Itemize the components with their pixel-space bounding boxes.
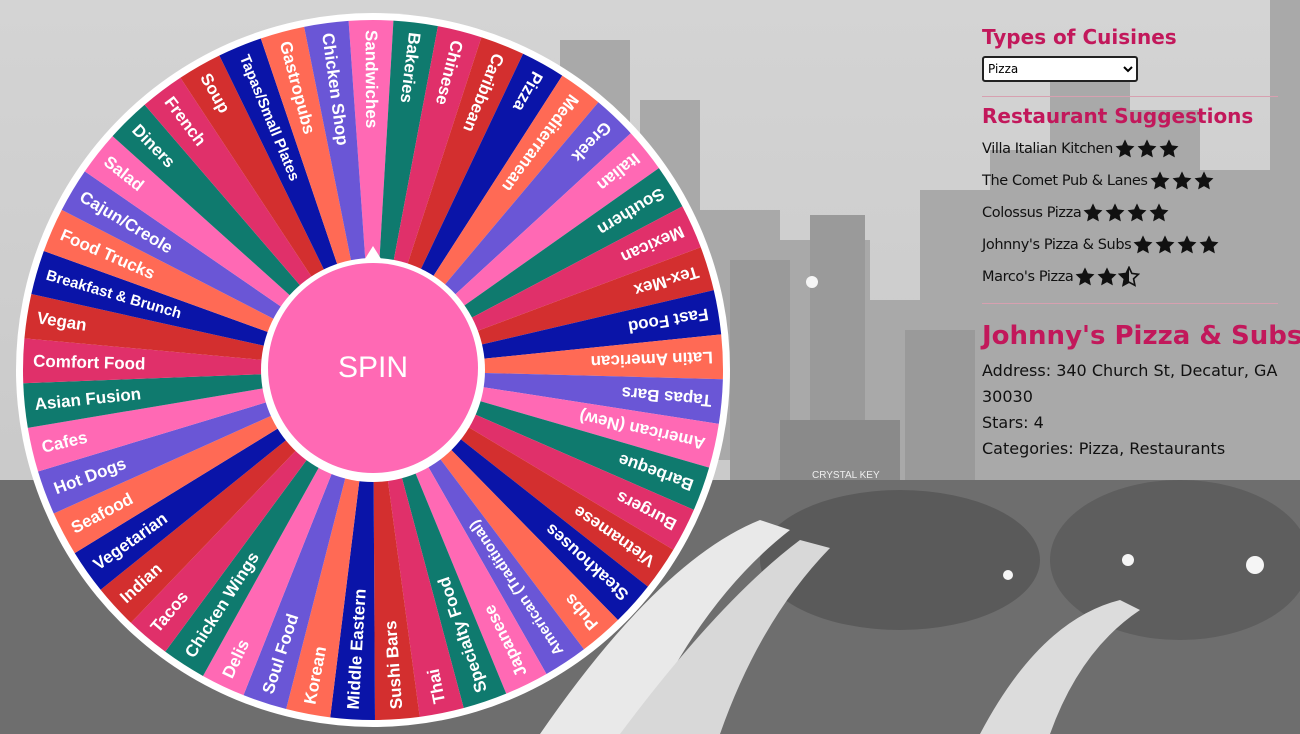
half-star-icon xyxy=(1118,266,1141,287)
background-sign: CRYSTAL KEY xyxy=(812,470,880,481)
suggestions-list: Villa Italian Kitchen The Comet Pub & Lan… xyxy=(982,133,1278,293)
suggestion-name: Villa Italian Kitchen xyxy=(982,141,1113,157)
spin-button[interactable]: SPIN xyxy=(268,263,478,473)
wheel-segment-label: Sandwiches xyxy=(362,30,382,128)
star-icon xyxy=(1172,171,1192,190)
divider xyxy=(982,303,1278,304)
divider xyxy=(982,96,1278,97)
restaurant-stars: Stars: 4 xyxy=(982,413,1044,432)
star-icon xyxy=(1155,235,1175,254)
cuisine-select[interactable]: Pizza xyxy=(982,56,1138,82)
restaurant-name: Johnny's Pizza & Subs xyxy=(982,321,1300,351)
star-icon xyxy=(1133,235,1153,254)
suggestion-item[interactable]: Johnny's Pizza & Subs xyxy=(982,229,1278,261)
suggestion-name: Colossus Pizza xyxy=(982,205,1082,221)
star-rating xyxy=(1132,234,1220,256)
star-icon xyxy=(1115,139,1135,158)
star-icon xyxy=(1097,267,1117,286)
wheel-segment-label: Comfort Food xyxy=(33,352,146,374)
star-icon xyxy=(1159,139,1179,158)
restaurant-categories: Categories: Pizza, Restaurants xyxy=(982,439,1226,458)
star-rating xyxy=(1082,202,1170,224)
star-rating xyxy=(1149,170,1215,192)
star-icon xyxy=(1150,171,1170,190)
star-icon xyxy=(1199,235,1219,254)
suggestion-name: Marco's Pizza xyxy=(982,269,1074,285)
star-icon xyxy=(1127,203,1147,222)
star-icon xyxy=(1075,267,1095,286)
star-icon xyxy=(1083,203,1103,222)
star-rating xyxy=(1074,266,1141,288)
restaurant-address: Address: 340 Church St, Decatur, GA 3003… xyxy=(982,361,1278,406)
star-icon xyxy=(1149,203,1169,222)
suggestion-item[interactable]: Colossus Pizza xyxy=(982,197,1278,229)
restaurant-detail: Johnny's Pizza & Subs Address: 340 Churc… xyxy=(982,314,1300,462)
side-panel: Types of Cuisines Pizza Restaurant Sugge… xyxy=(982,20,1300,462)
suggestion-name: The Comet Pub & Lanes xyxy=(982,173,1148,189)
cuisine-heading: Types of Cuisines xyxy=(982,25,1177,49)
suggestion-item[interactable]: Villa Italian Kitchen xyxy=(982,133,1278,165)
star-icon xyxy=(1177,235,1197,254)
star-icon xyxy=(1105,203,1125,222)
star-icon xyxy=(1137,139,1157,158)
star-rating xyxy=(1114,138,1180,160)
suggestion-name: Johnny's Pizza & Subs xyxy=(982,237,1132,253)
star-icon xyxy=(1194,171,1214,190)
suggestion-item[interactable]: Marco's Pizza xyxy=(982,261,1278,293)
suggestions-heading: Restaurant Suggestions xyxy=(982,104,1254,128)
suggestion-item[interactable]: The Comet Pub & Lanes xyxy=(982,165,1278,197)
